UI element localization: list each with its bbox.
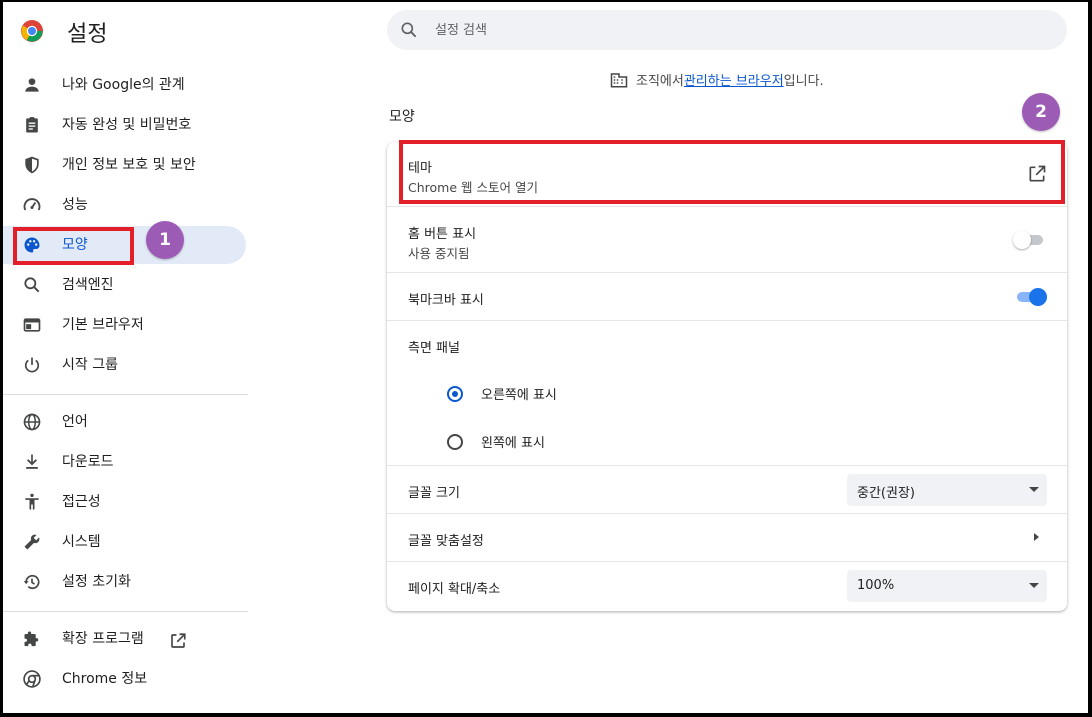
sidebar-item-downloads[interactable]: 다운로드 bbox=[3, 443, 246, 481]
radio-button-checked[interactable] bbox=[447, 385, 463, 402]
globe-icon bbox=[22, 412, 42, 432]
managed-browser-link[interactable]: 관리하는 브라우저 bbox=[684, 70, 784, 89]
sidebar-item-label: 성능 bbox=[62, 197, 88, 213]
sidebar-item-label: 접근성 bbox=[62, 494, 101, 510]
sidebar-item-label: 자동 완성 및 비밀번호 bbox=[62, 117, 192, 133]
chrome-logo-icon bbox=[20, 19, 44, 43]
sidebar-item-label: 개인 정보 보호 및 보안 bbox=[62, 157, 196, 173]
dropdown-arrow-icon bbox=[1029, 583, 1039, 588]
speedometer-icon bbox=[22, 195, 42, 215]
radio-button-unchecked[interactable] bbox=[447, 433, 463, 450]
highlight-box-2 bbox=[399, 140, 1065, 204]
wrench-icon bbox=[22, 532, 42, 552]
person-icon bbox=[22, 75, 42, 95]
sidebar-item-performance[interactable]: 성능 bbox=[3, 186, 246, 224]
side-panel-label: 측면 패널 bbox=[408, 341, 460, 356]
sidebar-item-default-browser[interactable]: 기본 브라우저 bbox=[3, 306, 246, 344]
sidebar-item-system[interactable]: 시스템 bbox=[3, 523, 246, 561]
accessibility-icon bbox=[22, 492, 42, 512]
sidebar-item-reset-settings[interactable]: 설정 초기화 bbox=[3, 563, 246, 601]
sidebar-item-label: 시작 그룹 bbox=[62, 357, 118, 373]
sidebar-divider bbox=[3, 394, 248, 395]
page-zoom-label: 페이지 확대/축소 bbox=[408, 582, 501, 597]
highlight-box-1 bbox=[13, 227, 134, 265]
radio-label: 왼쪽에 표시 bbox=[481, 436, 545, 451]
custom-fonts-label: 글꼴 맞춤설정 bbox=[408, 534, 484, 549]
chrome-icon bbox=[22, 669, 42, 689]
sidebar-item-label: Chrome 정보 bbox=[62, 671, 148, 687]
managed-suffix: 입니다. bbox=[783, 74, 824, 89]
managed-prefix: 조직에서 bbox=[636, 74, 684, 89]
page-zoom-select[interactable]: 100% bbox=[847, 570, 1047, 602]
search-input[interactable] bbox=[433, 21, 1037, 39]
power-icon bbox=[22, 355, 42, 375]
arrow-right-icon[interactable] bbox=[1034, 533, 1039, 541]
sidebar-item-label: 언어 bbox=[62, 414, 88, 430]
building-icon bbox=[610, 71, 628, 89]
side-panel-option-left[interactable]: 왼쪽에 표시 bbox=[447, 432, 545, 451]
side-panel-row: 측면 패널 오른쪽에 표시 왼쪽에 표시 bbox=[387, 320, 1067, 466]
font-size-label: 글꼴 크기 bbox=[408, 486, 460, 501]
toggle-knob bbox=[1013, 231, 1031, 249]
bookmarks-bar-toggle[interactable] bbox=[1015, 287, 1047, 307]
font-size-value: 중간(권장) bbox=[857, 486, 915, 501]
radio-label: 오른쪽에 표시 bbox=[481, 388, 557, 403]
page-title: 설정 bbox=[67, 22, 108, 47]
home-button-label: 홈 버튼 표시 bbox=[408, 227, 477, 242]
sidebar-divider bbox=[3, 611, 248, 612]
sidebar-item-search-engine[interactable]: 검색엔진 bbox=[3, 266, 246, 304]
puzzle-icon bbox=[22, 629, 42, 649]
search-bar[interactable] bbox=[387, 10, 1067, 50]
sidebar-item-label: 검색엔진 bbox=[62, 277, 114, 293]
browser-window-icon bbox=[22, 315, 42, 335]
page-zoom-value: 100% bbox=[857, 578, 895, 593]
settings-window: 설정 나와 Google의 관계 자동 완성 및 비밀번호 개인 정보 보호 및… bbox=[3, 2, 1088, 713]
sidebar-item-accessibility[interactable]: 접근성 bbox=[3, 483, 246, 521]
sidebar-item-label: 나와 Google의 관계 bbox=[62, 77, 185, 93]
bookmarks-bar-row: 북마크바 표시 bbox=[387, 272, 1067, 321]
shield-icon bbox=[22, 155, 42, 175]
step-badge-2: 2 bbox=[1022, 93, 1060, 131]
sidebar-item-label: 다운로드 bbox=[62, 454, 114, 470]
step-badge-1: 1 bbox=[146, 221, 184, 259]
dropdown-arrow-icon bbox=[1029, 487, 1039, 492]
search-icon bbox=[22, 275, 42, 295]
sidebar-item-autofill[interactable]: 자동 완성 및 비밀번호 bbox=[3, 106, 246, 144]
home-button-row: 홈 버튼 표시 사용 중지됨 bbox=[387, 206, 1067, 273]
side-panel-option-right[interactable]: 오른쪽에 표시 bbox=[447, 384, 557, 403]
sidebar-item-on-startup[interactable]: 시작 그룹 bbox=[3, 346, 246, 384]
managed-notice: 조직에서 관리하는 브라우저 입니다. bbox=[610, 70, 824, 89]
toggle-knob bbox=[1029, 288, 1047, 306]
search-icon bbox=[399, 20, 419, 40]
font-size-select[interactable]: 중간(권장) bbox=[847, 474, 1047, 506]
sidebar-item-label: 확장 프로그램 bbox=[62, 631, 144, 647]
history-icon bbox=[22, 572, 42, 592]
open-in-new-icon[interactable] bbox=[169, 632, 187, 650]
home-button-sublabel: 사용 중지됨 bbox=[408, 246, 470, 261]
sidebar-item-label: 기본 브라우저 bbox=[62, 317, 144, 333]
sidebar-item-privacy[interactable]: 개인 정보 보호 및 보안 bbox=[3, 146, 246, 184]
custom-fonts-row[interactable]: 글꼴 맞춤설정 bbox=[387, 513, 1067, 562]
sidebar-item-about-chrome[interactable]: Chrome 정보 bbox=[3, 660, 246, 698]
sidebar-item-you-and-google[interactable]: 나와 Google의 관계 bbox=[3, 66, 246, 104]
font-size-row: 글꼴 크기 중간(권장) bbox=[387, 465, 1067, 514]
home-button-toggle[interactable] bbox=[1013, 230, 1045, 250]
clipboard-icon bbox=[22, 115, 42, 135]
bookmarks-bar-label: 북마크바 표시 bbox=[408, 293, 484, 308]
sidebar-item-label: 시스템 bbox=[62, 534, 101, 550]
section-title: 모양 bbox=[389, 109, 415, 125]
page-zoom-row: 페이지 확대/축소 100% bbox=[387, 561, 1067, 612]
sidebar-item-languages[interactable]: 언어 bbox=[3, 403, 246, 441]
sidebar-item-label: 설정 초기화 bbox=[62, 574, 131, 590]
appearance-card: 테마 Chrome 웹 스토어 열기 홈 버튼 표시 사용 중지됨 북마크바 표… bbox=[387, 142, 1067, 611]
download-icon bbox=[22, 452, 42, 472]
